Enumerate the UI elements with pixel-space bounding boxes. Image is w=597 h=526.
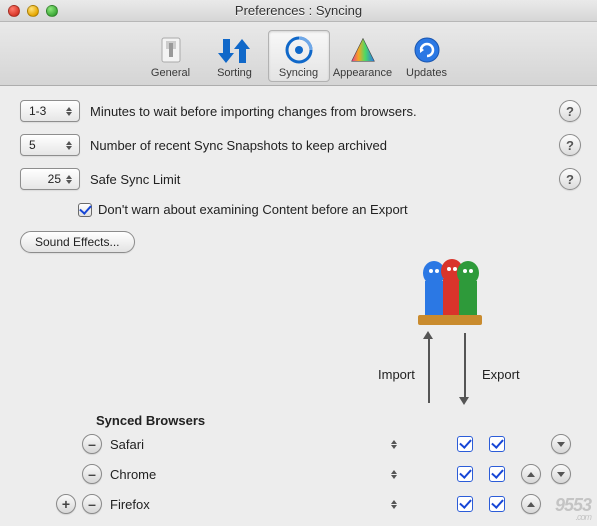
snapshots-select[interactable]: 5 bbox=[20, 134, 80, 156]
chrome-move-down-button[interactable] bbox=[551, 464, 571, 484]
help-safe-limit-button[interactable]: ? bbox=[559, 168, 581, 190]
safe-limit-select[interactable]: 25 bbox=[20, 168, 80, 190]
import-column-label: Import bbox=[378, 367, 415, 382]
firefox-move-up-button[interactable] bbox=[521, 494, 541, 514]
toolbar-updates-label: Updates bbox=[406, 67, 447, 79]
browser-name: Safari bbox=[110, 437, 330, 452]
sync-icon bbox=[284, 33, 314, 67]
window-titlebar: Preferences : Syncing bbox=[0, 0, 597, 22]
safari-import-checkbox[interactable] bbox=[457, 436, 473, 452]
safari-export-checkbox[interactable] bbox=[489, 436, 505, 452]
remove-safari-button[interactable]: – bbox=[82, 434, 102, 454]
browser-name: Firefox bbox=[110, 497, 330, 512]
export-arrow bbox=[464, 333, 466, 399]
stepper-arrows-icon bbox=[63, 170, 75, 188]
import-arrow bbox=[428, 337, 430, 403]
arrow-up-icon bbox=[423, 331, 433, 339]
firefox-export-checkbox[interactable] bbox=[489, 496, 505, 512]
minutes-select[interactable]: 1-3 bbox=[20, 100, 80, 122]
toolbar-syncing[interactable]: Syncing bbox=[268, 30, 330, 82]
arrow-down-icon bbox=[459, 397, 469, 405]
reorder-handle-icon[interactable] bbox=[330, 500, 457, 509]
toolbar-sorting[interactable]: Sorting bbox=[204, 30, 266, 82]
remove-firefox-button[interactable]: – bbox=[82, 494, 102, 514]
reorder-handle-icon[interactable] bbox=[330, 470, 457, 479]
firefox-import-checkbox[interactable] bbox=[457, 496, 473, 512]
toolbar-general[interactable]: General bbox=[140, 30, 202, 82]
minutes-value: 1-3 bbox=[29, 104, 46, 118]
snapshots-value: 5 bbox=[29, 138, 36, 152]
browser-name: Chrome bbox=[110, 467, 330, 482]
chrome-export-checkbox[interactable] bbox=[489, 466, 505, 482]
window-title: Preferences : Syncing bbox=[0, 3, 597, 18]
toolbar-appearance-label: Appearance bbox=[333, 67, 392, 79]
toolbar-general-label: General bbox=[151, 67, 190, 79]
toolbar-syncing-label: Syncing bbox=[279, 67, 318, 79]
safari-move-down-button[interactable] bbox=[551, 434, 571, 454]
reorder-handle-icon[interactable] bbox=[330, 440, 457, 449]
add-browser-button[interactable]: + bbox=[56, 494, 76, 514]
help-minutes-button[interactable]: ? bbox=[559, 100, 581, 122]
sync-illustration: Import Export bbox=[20, 253, 581, 413]
browsers-grid: – Safari – Chrome + – Firefox bbox=[20, 434, 581, 514]
chrome-import-checkbox[interactable] bbox=[457, 466, 473, 482]
sort-icon bbox=[218, 33, 252, 67]
appearance-icon bbox=[348, 33, 378, 67]
minutes-label: Minutes to wait before importing changes… bbox=[90, 104, 417, 119]
toolbar-appearance[interactable]: Appearance bbox=[332, 30, 394, 82]
switch-icon bbox=[157, 33, 185, 67]
preferences-toolbar: General Sorting Syncing Appearance Updat… bbox=[0, 22, 597, 86]
dont-warn-label: Don't warn about examining Content befor… bbox=[98, 202, 408, 217]
help-snapshots-button[interactable]: ? bbox=[559, 134, 581, 156]
toolbar-sorting-label: Sorting bbox=[217, 67, 252, 79]
people-sync-icon bbox=[412, 255, 488, 334]
dont-warn-checkbox[interactable] bbox=[78, 203, 92, 217]
synced-browsers-heading: Synced Browsers bbox=[96, 413, 581, 428]
export-column-label: Export bbox=[482, 367, 520, 382]
toolbar-updates[interactable]: Updates bbox=[396, 30, 458, 82]
sound-effects-label: Sound Effects... bbox=[35, 235, 120, 249]
remove-chrome-button[interactable]: – bbox=[82, 464, 102, 484]
chrome-move-up-button[interactable] bbox=[521, 464, 541, 484]
safe-limit-value: 25 bbox=[48, 172, 61, 186]
watermark: 9553.com bbox=[555, 495, 591, 522]
updates-icon bbox=[412, 33, 442, 67]
content-panel: 1-3 Minutes to wait before importing cha… bbox=[0, 86, 597, 524]
snapshots-label: Number of recent Sync Snapshots to keep … bbox=[90, 138, 387, 153]
safe-limit-label: Safe Sync Limit bbox=[90, 172, 180, 187]
stepper-arrows-icon bbox=[63, 136, 75, 154]
sound-effects-button[interactable]: Sound Effects... bbox=[20, 231, 135, 253]
stepper-arrows-icon bbox=[63, 102, 75, 120]
